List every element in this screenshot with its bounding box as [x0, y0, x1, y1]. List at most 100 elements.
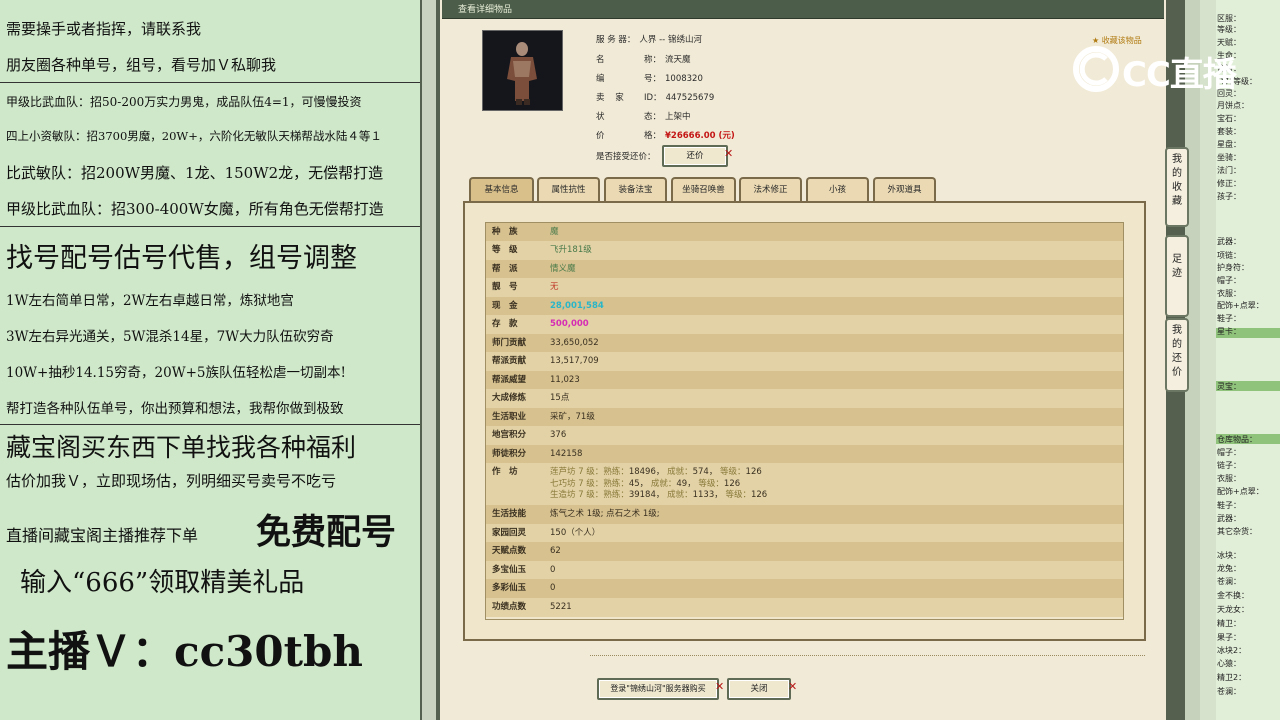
- login-purchase-button[interactable]: 登录"锦绣山河"服务器购买: [597, 678, 719, 700]
- server-row: 服 务 器： 人界 -- 锦绣山河: [596, 33, 702, 45]
- right-panel-item: 链子：: [1217, 461, 1241, 470]
- my-favorites-button[interactable]: 我的收藏: [1165, 147, 1189, 227]
- row-label: 功绩点数: [492, 602, 527, 612]
- promo-line: 需要操手或者指挥，请联系我: [6, 20, 202, 38]
- row-value: 0: [550, 583, 556, 593]
- promo-line: 甲级比武血队：招50-200万实力男鬼，成品队伍4=1，可慢慢投资: [6, 95, 362, 109]
- workshop-row: 作 坊 莲芦坊 7 级：熟练：18496， 成就：574， 等级：126 七巧坊…: [486, 463, 1123, 505]
- workshop-list: 莲芦坊 7 级：熟练：18496， 成就：574， 等级：126 七巧坊 7 级…: [550, 467, 767, 502]
- right-panel-item: 法门：: [1217, 166, 1241, 175]
- row-label: 家园回灵: [492, 528, 527, 538]
- table-row: 靓 号无: [486, 278, 1123, 297]
- table-row: 家园回灵 150（个人）: [486, 524, 1123, 542]
- right-panel-item: 龙兔：: [1217, 564, 1241, 573]
- footprint-label: 足迹: [1172, 254, 1182, 279]
- promo-line: 3W左右异光通关，5W混杀14星，7W大力队伍砍穷奇: [6, 329, 334, 345]
- close-icon: ✕: [724, 147, 734, 160]
- table-row: 帮派威望 11,023: [486, 371, 1123, 389]
- row-label: 现 金: [492, 301, 518, 311]
- promo-headline: 藏宝阁买东西下单找我各种福利: [6, 433, 357, 462]
- right-panel-item: 武器：: [1217, 514, 1241, 523]
- id-row: 编 号： 1008320: [596, 72, 703, 84]
- tab-spell-correction[interactable]: 法术修正: [739, 177, 802, 201]
- row-label: 多宝仙玉: [492, 565, 527, 575]
- price-label: 价: [596, 131, 609, 141]
- table-row: 地宫积分 376: [486, 426, 1123, 445]
- basic-info-table: 种 族 魔 等 级 飞升181级 帮 派 情义魔 靓 号 无 现 金 28,001,584…: [485, 222, 1124, 620]
- right-panel-item: 护身符：: [1217, 263, 1249, 272]
- seller-value: 447525679: [665, 93, 715, 103]
- right-panel-item: 配饰+点翠：: [1217, 487, 1264, 496]
- window-title: 查看详细物品: [458, 5, 513, 15]
- character-portrait: [482, 30, 563, 111]
- promo-line: 比武敏队：招200W男魔、1龙、150W2龙，无偿帮打造: [6, 164, 384, 182]
- my-counter-offers-button[interactable]: 我的还价: [1165, 318, 1189, 392]
- row-label: 存 款: [492, 319, 518, 329]
- right-panel-item: 精卫2：: [1217, 673, 1247, 682]
- window-titlebar: 查看详细物品: [442, 0, 1164, 19]
- right-panel-item: 月饼点：: [1217, 101, 1249, 110]
- row-value: 飞升181级: [550, 245, 592, 255]
- right-panel-item: 等级：: [1217, 25, 1241, 34]
- row-label: 等 级: [492, 245, 518, 255]
- right-panel-gutter: [1200, 0, 1216, 720]
- close-button[interactable]: 关闭: [727, 678, 791, 700]
- workshop-item: 生造坊 7 级：熟练：39184， 成就：1133， 等级：126: [550, 490, 768, 500]
- promo-line: 估价加我Ｖ，立即现场估，列明细买号卖号不吃亏: [6, 472, 337, 490]
- tab-appearance[interactable]: 外观道具: [873, 177, 936, 201]
- row-value: 150（个人）: [550, 528, 601, 538]
- footprint-button[interactable]: 足迹: [1165, 235, 1189, 317]
- row-label: 作 坊: [492, 467, 518, 477]
- status-label-2: 态：: [644, 112, 662, 122]
- right-panel-item: 苍澜：: [1217, 577, 1241, 586]
- seller-label-2: ID：: [644, 93, 662, 103]
- name-label: 名: [596, 55, 609, 65]
- tab-basic-info[interactable]: 基本信息: [469, 177, 534, 201]
- table-row: 帮 派 情义魔: [486, 260, 1123, 278]
- row-label: 大成修炼: [492, 393, 527, 403]
- row-value: 13,517,709: [550, 356, 599, 366]
- table-row: 种 族魔: [486, 223, 1123, 241]
- right-panel-item: 帽子：: [1217, 448, 1241, 457]
- table-row: 天赋点数 62: [486, 542, 1123, 561]
- divider: [0, 226, 420, 227]
- counter-offer-button[interactable]: 还价: [662, 145, 728, 167]
- right-panel-item: 苍澜：: [1217, 687, 1241, 696]
- row-value: 376: [550, 430, 567, 440]
- tab-mounts-pets[interactable]: 坐骑召唤兽: [671, 177, 736, 201]
- seller-label: 卖 家: [596, 93, 628, 103]
- table-row: 存 款 500,000: [486, 315, 1123, 334]
- row-value: 采矿，71级: [550, 412, 595, 422]
- tab-attributes[interactable]: 属性抗性: [537, 177, 600, 201]
- row-value: 情义魔: [550, 264, 576, 274]
- row-value: 15点: [550, 393, 570, 403]
- right-panel-item: 冰块：: [1217, 551, 1241, 560]
- promo-line: 甲级比武血队：招300-400W女魔，所有角色无偿帮打造: [6, 200, 384, 218]
- id-label: 编: [596, 74, 609, 84]
- row-label: 地宫积分: [492, 430, 527, 440]
- row-label: 生活职业: [492, 412, 527, 422]
- name-value: 流天魔: [665, 55, 691, 65]
- tab-children[interactable]: 小孩: [806, 177, 869, 201]
- table-row: 功绩点数 5221: [486, 598, 1123, 617]
- right-panel-item: 鞋子：: [1217, 501, 1241, 510]
- status-value: 上架中: [665, 112, 691, 122]
- right-panel-item: 星盘：: [1217, 140, 1241, 149]
- right-panel-item: 其它杂货：: [1217, 527, 1257, 536]
- row-value: 炼气之术 1级; 点石之术 1级;: [550, 509, 660, 519]
- promo-line: 朋友圈各种单号，组号，看号加Ｖ私聊我: [6, 56, 277, 74]
- row-value: 魔: [550, 227, 559, 237]
- tab-equipment[interactable]: 装备法宝: [604, 177, 667, 201]
- row-label: 帮派威望: [492, 375, 527, 385]
- right-panel-item: 坐骑：: [1217, 153, 1241, 162]
- counter-offer-label: 是否接受还价：: [596, 152, 656, 162]
- row-label: 靓 号: [492, 282, 518, 292]
- table-row: 生活技能 炼气之术 1级; 点石之术 1级;: [486, 505, 1123, 524]
- promo-line: 输入“666”领取精美礼品: [20, 568, 305, 598]
- id-value: 1008320: [665, 74, 703, 84]
- promo-contact: 主播Ｖ：cc30tbh: [6, 627, 363, 676]
- row-value: 无: [550, 282, 559, 292]
- right-panel-item: 衣服：: [1217, 289, 1241, 298]
- promo-headline: 找号配号估号代售，组号调整: [6, 243, 357, 274]
- right-panel-item: 孩子：: [1217, 192, 1241, 201]
